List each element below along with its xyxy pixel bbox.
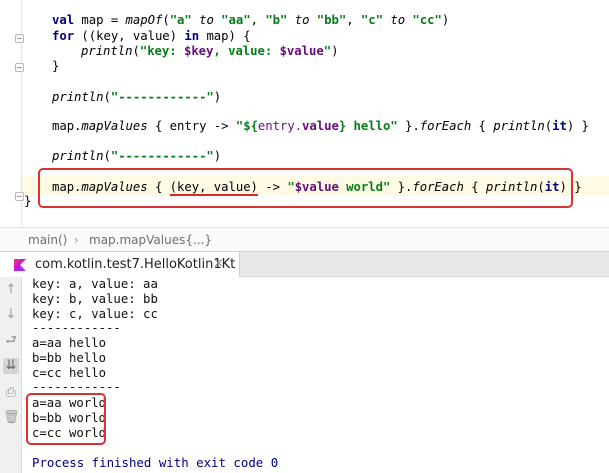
code-line-4: } xyxy=(52,59,60,73)
fold-marker-icon[interactable] xyxy=(15,192,24,201)
console-line: c=cc hello xyxy=(32,366,107,380)
fold-marker-icon[interactable] xyxy=(15,34,24,43)
run-panel-header: com.kotlin.test7.HelloKotlin1Kt × xyxy=(0,251,609,277)
code-line-9: } xyxy=(24,194,32,208)
run-tab[interactable]: com.kotlin.test7.HelloKotlin1Kt × xyxy=(0,252,240,277)
console-line: key: b, value: bb xyxy=(32,292,158,306)
code-line-7: println("------------") xyxy=(52,149,222,163)
code-line-2: for ((key, value) in map) { xyxy=(52,29,251,43)
code-line-3: println("key: $key, value: $value") xyxy=(81,44,339,58)
console-output[interactable]: key: a, value: aa key: b, value: bb key:… xyxy=(22,277,609,473)
run-toolbar: ↑ ↓ ⮐ ⇊ ⎙ 🗑 xyxy=(0,277,22,473)
breadcrumb-item-main[interactable]: main() xyxy=(28,233,67,247)
print-icon[interactable]: ⎙ xyxy=(3,385,19,401)
breadcrumb: main() › map.mapValues{...} xyxy=(0,227,609,251)
trash-icon[interactable]: 🗑 xyxy=(3,410,20,426)
soft-wrap-icon[interactable]: ⮐ xyxy=(3,333,19,349)
code-line-6: map.mapValues { entry -> "${entry.value}… xyxy=(52,119,589,133)
breadcrumb-separator: › xyxy=(74,233,79,247)
process-exit-message: Process finished with exit code 0 xyxy=(32,455,279,470)
console-line: b=bb hello xyxy=(32,351,107,365)
breadcrumb-item-mapvalues[interactable]: map.mapValues{...} xyxy=(89,233,212,247)
run-tab-label: com.kotlin.test7.HelloKotlin1Kt xyxy=(35,257,236,272)
editor-gutter xyxy=(0,0,24,226)
close-icon[interactable]: × xyxy=(213,256,224,271)
annotation-highlight-box xyxy=(38,168,573,208)
console-line: key: c, value: cc xyxy=(32,307,158,321)
console-line: ------------ xyxy=(32,321,121,335)
console-line: key: a, value: aa xyxy=(32,277,158,291)
arrow-up-icon[interactable]: ↑ xyxy=(3,282,19,298)
code-editor[interactable]: val map = mapOf("a" to "aa", "b" to "bb"… xyxy=(0,0,609,226)
arrow-down-icon[interactable]: ↓ xyxy=(3,307,19,323)
annotation-highlight-box xyxy=(26,393,106,445)
code-line-5: println("------------") xyxy=(52,90,222,104)
scroll-to-end-icon[interactable]: ⇊ xyxy=(3,358,19,374)
code-line-1: val map = mapOf("a" to "aa", "b" to "bb"… xyxy=(52,13,450,27)
console-line: a=aa hello xyxy=(32,336,107,350)
fold-marker-icon[interactable] xyxy=(15,63,24,72)
kotlin-icon xyxy=(14,259,26,271)
